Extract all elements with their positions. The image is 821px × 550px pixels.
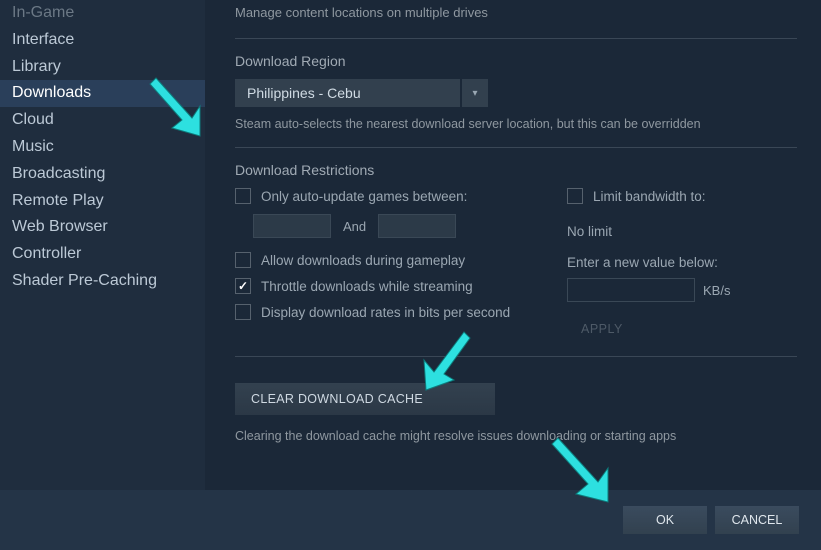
settings-content: Manage content locations on multiple dri…: [205, 0, 821, 490]
sidebar-item-web-browser[interactable]: Web Browser: [0, 214, 205, 241]
kbs-label: KB/s: [703, 283, 730, 298]
sidebar-item-music[interactable]: Music: [0, 134, 205, 161]
download-region-helper: Steam auto-selects the nearest download …: [235, 117, 797, 131]
restrictions-grid: Only auto-update games between: And Allo…: [235, 188, 797, 342]
time-end-input[interactable]: [378, 214, 456, 238]
time-range-row: And: [253, 214, 527, 238]
checkbox-icon[interactable]: [235, 188, 251, 204]
no-limit-label: No limit: [567, 224, 797, 239]
dialog-footer: OK CANCEL: [0, 490, 821, 550]
throttle-streaming-label: Throttle downloads while streaming: [261, 279, 473, 294]
divider: [235, 147, 797, 148]
display-bits-label: Display download rates in bits per secon…: [261, 305, 510, 320]
enter-value-label: Enter a new value below:: [567, 255, 797, 270]
allow-during-gameplay-row[interactable]: Allow downloads during gameplay: [235, 252, 527, 268]
divider: [235, 38, 797, 39]
checkbox-icon[interactable]: [235, 304, 251, 320]
divider: [235, 356, 797, 357]
display-bits-row[interactable]: Display download rates in bits per secon…: [235, 304, 527, 320]
chevron-down-icon[interactable]: ▾: [462, 79, 488, 107]
limit-bandwidth-row[interactable]: Limit bandwidth to:: [567, 188, 797, 204]
settings-sidebar: In-Game Interface Library Downloads Clou…: [0, 0, 205, 490]
throttle-streaming-row[interactable]: Throttle downloads while streaming: [235, 278, 527, 294]
and-label: And: [343, 219, 366, 234]
bandwidth-input[interactable]: [567, 278, 695, 302]
sidebar-item-library[interactable]: Library: [0, 54, 205, 81]
time-start-input[interactable]: [253, 214, 331, 238]
limit-bandwidth-label: Limit bandwidth to:: [593, 189, 706, 204]
download-region-value: Philippines - Cebu: [235, 79, 460, 107]
apply-button[interactable]: APPLY: [567, 316, 797, 342]
allow-during-gameplay-label: Allow downloads during gameplay: [261, 253, 465, 268]
sidebar-item-interface[interactable]: Interface: [0, 27, 205, 54]
ok-button[interactable]: OK: [623, 506, 707, 534]
sidebar-item-downloads[interactable]: Downloads: [0, 80, 205, 107]
sidebar-item-in-game[interactable]: In-Game: [0, 0, 205, 27]
only-auto-update-label: Only auto-update games between:: [261, 189, 467, 204]
cancel-button[interactable]: CANCEL: [715, 506, 799, 534]
content-locations-subtext: Manage content locations on multiple dri…: [235, 5, 797, 20]
checkbox-icon[interactable]: [235, 278, 251, 294]
download-region-label: Download Region: [235, 53, 797, 69]
clear-download-cache-button[interactable]: CLEAR DOWNLOAD CACHE: [235, 383, 495, 415]
sidebar-item-shader-pre-caching[interactable]: Shader Pre-Caching: [0, 268, 205, 295]
sidebar-item-remote-play[interactable]: Remote Play: [0, 188, 205, 215]
sidebar-item-controller[interactable]: Controller: [0, 241, 205, 268]
checkbox-icon[interactable]: [235, 252, 251, 268]
clear-cache-helper: Clearing the download cache might resolv…: [235, 429, 797, 443]
restrictions-right-column: Limit bandwidth to: No limit Enter a new…: [567, 188, 797, 342]
sidebar-item-cloud[interactable]: Cloud: [0, 107, 205, 134]
restrictions-left-column: Only auto-update games between: And Allo…: [235, 188, 527, 342]
settings-body: In-Game Interface Library Downloads Clou…: [0, 0, 821, 490]
sidebar-item-broadcasting[interactable]: Broadcasting: [0, 161, 205, 188]
download-restrictions-label: Download Restrictions: [235, 162, 797, 178]
checkbox-icon[interactable]: [567, 188, 583, 204]
download-region-dropdown[interactable]: Philippines - Cebu ▾: [235, 79, 797, 107]
only-auto-update-row[interactable]: Only auto-update games between:: [235, 188, 527, 204]
bandwidth-input-row: KB/s: [567, 278, 797, 302]
